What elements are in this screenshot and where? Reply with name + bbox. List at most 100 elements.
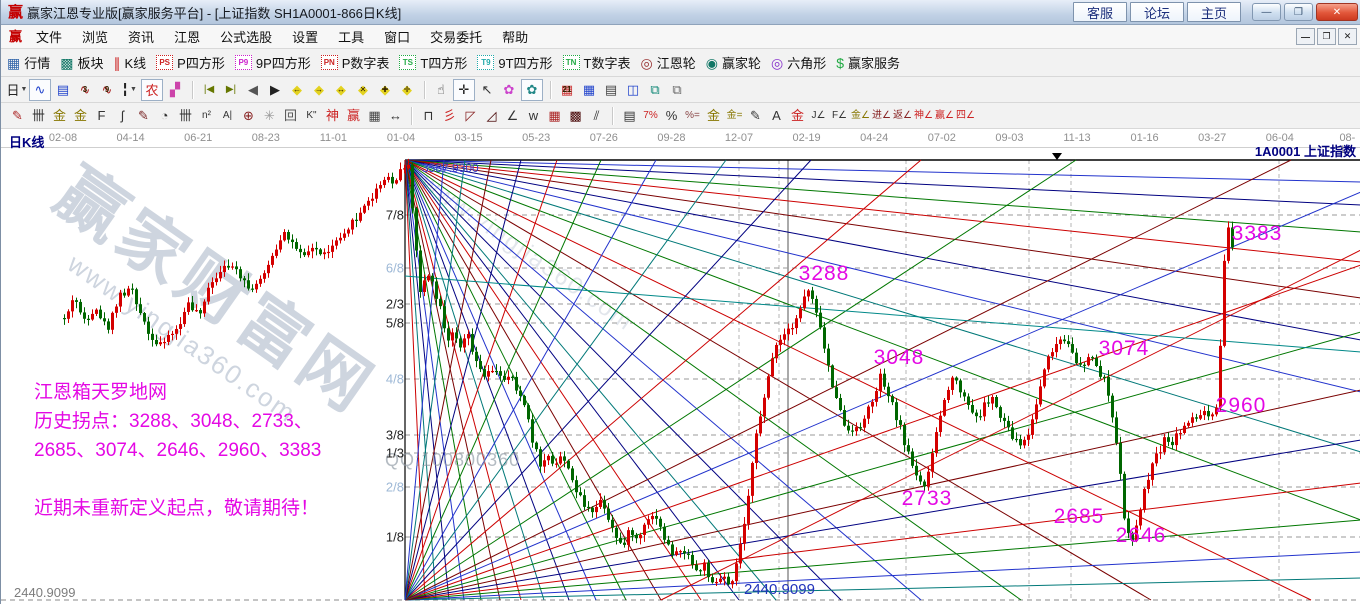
- draw-grid-123-icon[interactable]: ▦: [364, 106, 385, 126]
- draw-parallel-icon[interactable]: ⫽: [586, 106, 607, 126]
- nav-gann-diamond-full-icon[interactable]: ◆✛: [397, 80, 417, 100]
- nav-wave-9-icon[interactable]: ∿9: [97, 80, 117, 100]
- nav-flower-magenta-icon[interactable]: ✿: [499, 80, 519, 100]
- child-restore-button[interactable]: ❐: [1317, 28, 1336, 45]
- nav-gann-diamond-plus-icon[interactable]: ◆✚: [375, 80, 395, 100]
- draw-gate-icon[interactable]: ⊓: [418, 106, 439, 126]
- draw-ying-angle-icon[interactable]: 赢∠: [934, 106, 955, 126]
- draw-gold-grid-2-icon[interactable]: 金: [70, 106, 91, 126]
- draw-fan-box-dark-icon[interactable]: ◿: [481, 106, 502, 126]
- draw-pencil-icon[interactable]: ✎: [7, 106, 28, 126]
- nav-go-prev-icon[interactable]: ◀: [243, 80, 263, 100]
- toolbar-jiangenlun-button[interactable]: ◎江恩轮: [641, 53, 696, 72]
- draw-grid-red-icon[interactable]: ▦: [544, 106, 565, 126]
- nav-go-last-icon[interactable]: ▶|: [221, 80, 241, 100]
- nav-flower-teal-icon[interactable]: ✿: [521, 79, 543, 101]
- toolbar-bankuai-button[interactable]: ▩板块: [60, 53, 103, 72]
- draw-j-angle-icon[interactable]: J∠: [808, 106, 829, 126]
- draw-gold-lines-icon[interactable]: 金=: [724, 106, 745, 126]
- draw-spiral-icon[interactable]: ʃ: [112, 106, 133, 126]
- draw-shen-angle-icon[interactable]: 神∠: [913, 106, 934, 126]
- nav-remote-pc-icon[interactable]: ⧉: [645, 80, 665, 100]
- draw-ruler-2-icon[interactable]: 卌: [175, 106, 196, 126]
- nav-calculator-icon[interactable]: ▦: [579, 80, 599, 100]
- toolbar-liujiao-button[interactable]: ◎六角形: [771, 53, 826, 72]
- draw-pencil-list-icon[interactable]: ✎: [745, 106, 766, 126]
- draw-n-squared-icon[interactable]: n²: [196, 106, 217, 126]
- quick-link-客服[interactable]: 客服: [1073, 2, 1127, 22]
- menu-item-工具[interactable]: 工具: [328, 25, 374, 48]
- toolbar-9p-sifang-button[interactable]: P99P四方形: [235, 53, 311, 72]
- nav-gann-diamond-left-icon[interactable]: ◆←: [287, 80, 307, 100]
- draw-gold-red-icon[interactable]: 金: [787, 106, 808, 126]
- toolbar-p-sifang-button[interactable]: PSP四方形: [156, 53, 225, 72]
- toolbar-t-shuzi-button[interactable]: TNT数字表: [563, 53, 631, 72]
- nav-info-doc-icon[interactable]: ▤: [53, 80, 73, 100]
- menu-item-江恩[interactable]: 江恩: [164, 25, 210, 48]
- draw-pct-icon[interactable]: %: [661, 106, 682, 126]
- draw-gold-angle-icon[interactable]: 金∠: [850, 106, 871, 126]
- nav-crosshair-tool-icon[interactable]: ✛: [453, 79, 475, 101]
- draw-si-angle-icon[interactable]: 四∠: [955, 106, 976, 126]
- nav-save-icon[interactable]: ◫: [623, 80, 643, 100]
- restore-button[interactable]: ❐: [1284, 3, 1313, 21]
- nav-go-next-icon[interactable]: ▶: [265, 80, 285, 100]
- menu-item-窗口[interactable]: 窗口: [374, 25, 420, 48]
- menu-item-浏览[interactable]: 浏览: [72, 25, 118, 48]
- nav-computer-icon[interactable]: ⧉: [667, 80, 687, 100]
- draw-f-grid-icon[interactable]: F: [91, 106, 112, 126]
- nav-calendar-icon[interactable]: ▦21: [557, 80, 577, 100]
- nav-pointer-tool-icon[interactable]: ↖: [477, 80, 497, 100]
- nav-candle-style-select-icon[interactable]: ╏▼: [119, 80, 139, 100]
- draw-grid-dark-icon[interactable]: ▩: [565, 106, 586, 126]
- toolbar-hangqing-button[interactable]: ▦行情: [7, 53, 50, 72]
- close-button[interactable]: ✕: [1316, 3, 1358, 21]
- toolbar-p-shuzi-button[interactable]: PNP数字表: [321, 53, 390, 72]
- toolbar-kxian-button[interactable]: ∥K线: [114, 53, 147, 72]
- quick-link-主页[interactable]: 主页: [1187, 2, 1241, 22]
- draw-square-spiral-icon[interactable]: 回: [280, 106, 301, 126]
- draw-gold-grid-1-icon[interactable]: 金: [49, 106, 70, 126]
- draw-compass-icon[interactable]: ⊕: [238, 106, 259, 126]
- toolbar-9t-sifang-button[interactable]: T99T四方形: [477, 53, 552, 72]
- draw-a-line-icon[interactable]: A|: [217, 106, 238, 126]
- draw-fan-angle-icon[interactable]: 返∠: [892, 106, 913, 126]
- draw-zigzag-icon[interactable]: w: [523, 106, 544, 126]
- draw-f-angle-icon[interactable]: F∠: [829, 106, 850, 126]
- draw-list-icon[interactable]: ▤: [619, 106, 640, 126]
- draw-jin-angle-icon[interactable]: 进∠: [871, 106, 892, 126]
- draw-tick-ruler-icon[interactable]: 卌: [28, 106, 49, 126]
- menu-item-资讯[interactable]: 资讯: [118, 25, 164, 48]
- draw-star-wheel-icon[interactable]: ✳: [259, 106, 280, 126]
- child-minimize-button[interactable]: —: [1296, 28, 1315, 45]
- toolbar-yingjialun-button[interactable]: ◉赢家轮: [706, 53, 761, 72]
- draw-ying-icon[interactable]: 赢: [343, 106, 364, 126]
- toolbar-t-sifang-button[interactable]: TST四方形: [399, 53, 467, 72]
- toolbar-fuwu-button[interactable]: $赢家服务: [836, 53, 900, 72]
- menu-item-文件[interactable]: 文件: [26, 25, 72, 48]
- nav-kline-style-select-icon[interactable]: 日▼: [7, 80, 27, 100]
- menu-item-公式选股[interactable]: 公式选股: [210, 25, 282, 48]
- nav-wave-3-icon[interactable]: ∿3: [75, 80, 95, 100]
- quick-link-论坛[interactable]: 论坛: [1130, 2, 1184, 22]
- draw-h-span-icon[interactable]: ↔: [385, 106, 406, 126]
- chart-canvas[interactable]: [1, 129, 1360, 604]
- draw-clock-icon[interactable]: ◔: [154, 106, 175, 126]
- draw-pct-lines-icon[interactable]: %=: [682, 106, 703, 126]
- draw-fan-red-icon[interactable]: 彡: [439, 106, 460, 126]
- nav-gann-diamond-hspan-icon[interactable]: ◆↔: [331, 80, 351, 100]
- nav-hand-tool-icon[interactable]: ☝: [431, 80, 451, 100]
- menu-item-交易委托[interactable]: 交易委托: [420, 25, 492, 48]
- draw-a-grid-icon[interactable]: A: [766, 106, 787, 126]
- draw-gold-circle-icon[interactable]: 金: [703, 106, 724, 126]
- draw-angle-lines-icon[interactable]: ∠: [502, 106, 523, 126]
- draw-fan-box-icon[interactable]: ◸: [460, 106, 481, 126]
- nav-histogram-tool-icon[interactable]: ▞: [165, 80, 185, 100]
- child-close-button[interactable]: ✕: [1338, 28, 1357, 45]
- draw-pencil-2-icon[interactable]: ✎: [133, 106, 154, 126]
- nav-notepad-icon[interactable]: ▤: [601, 80, 621, 100]
- menu-item-设置[interactable]: 设置: [282, 25, 328, 48]
- menu-item-帮助[interactable]: 帮助: [492, 25, 538, 48]
- chart-area[interactable]: 赢家财富网 www.yingjia360.com www.yingjia360.…: [1, 129, 1360, 604]
- draw-k-quote-icon[interactable]: K": [301, 106, 322, 126]
